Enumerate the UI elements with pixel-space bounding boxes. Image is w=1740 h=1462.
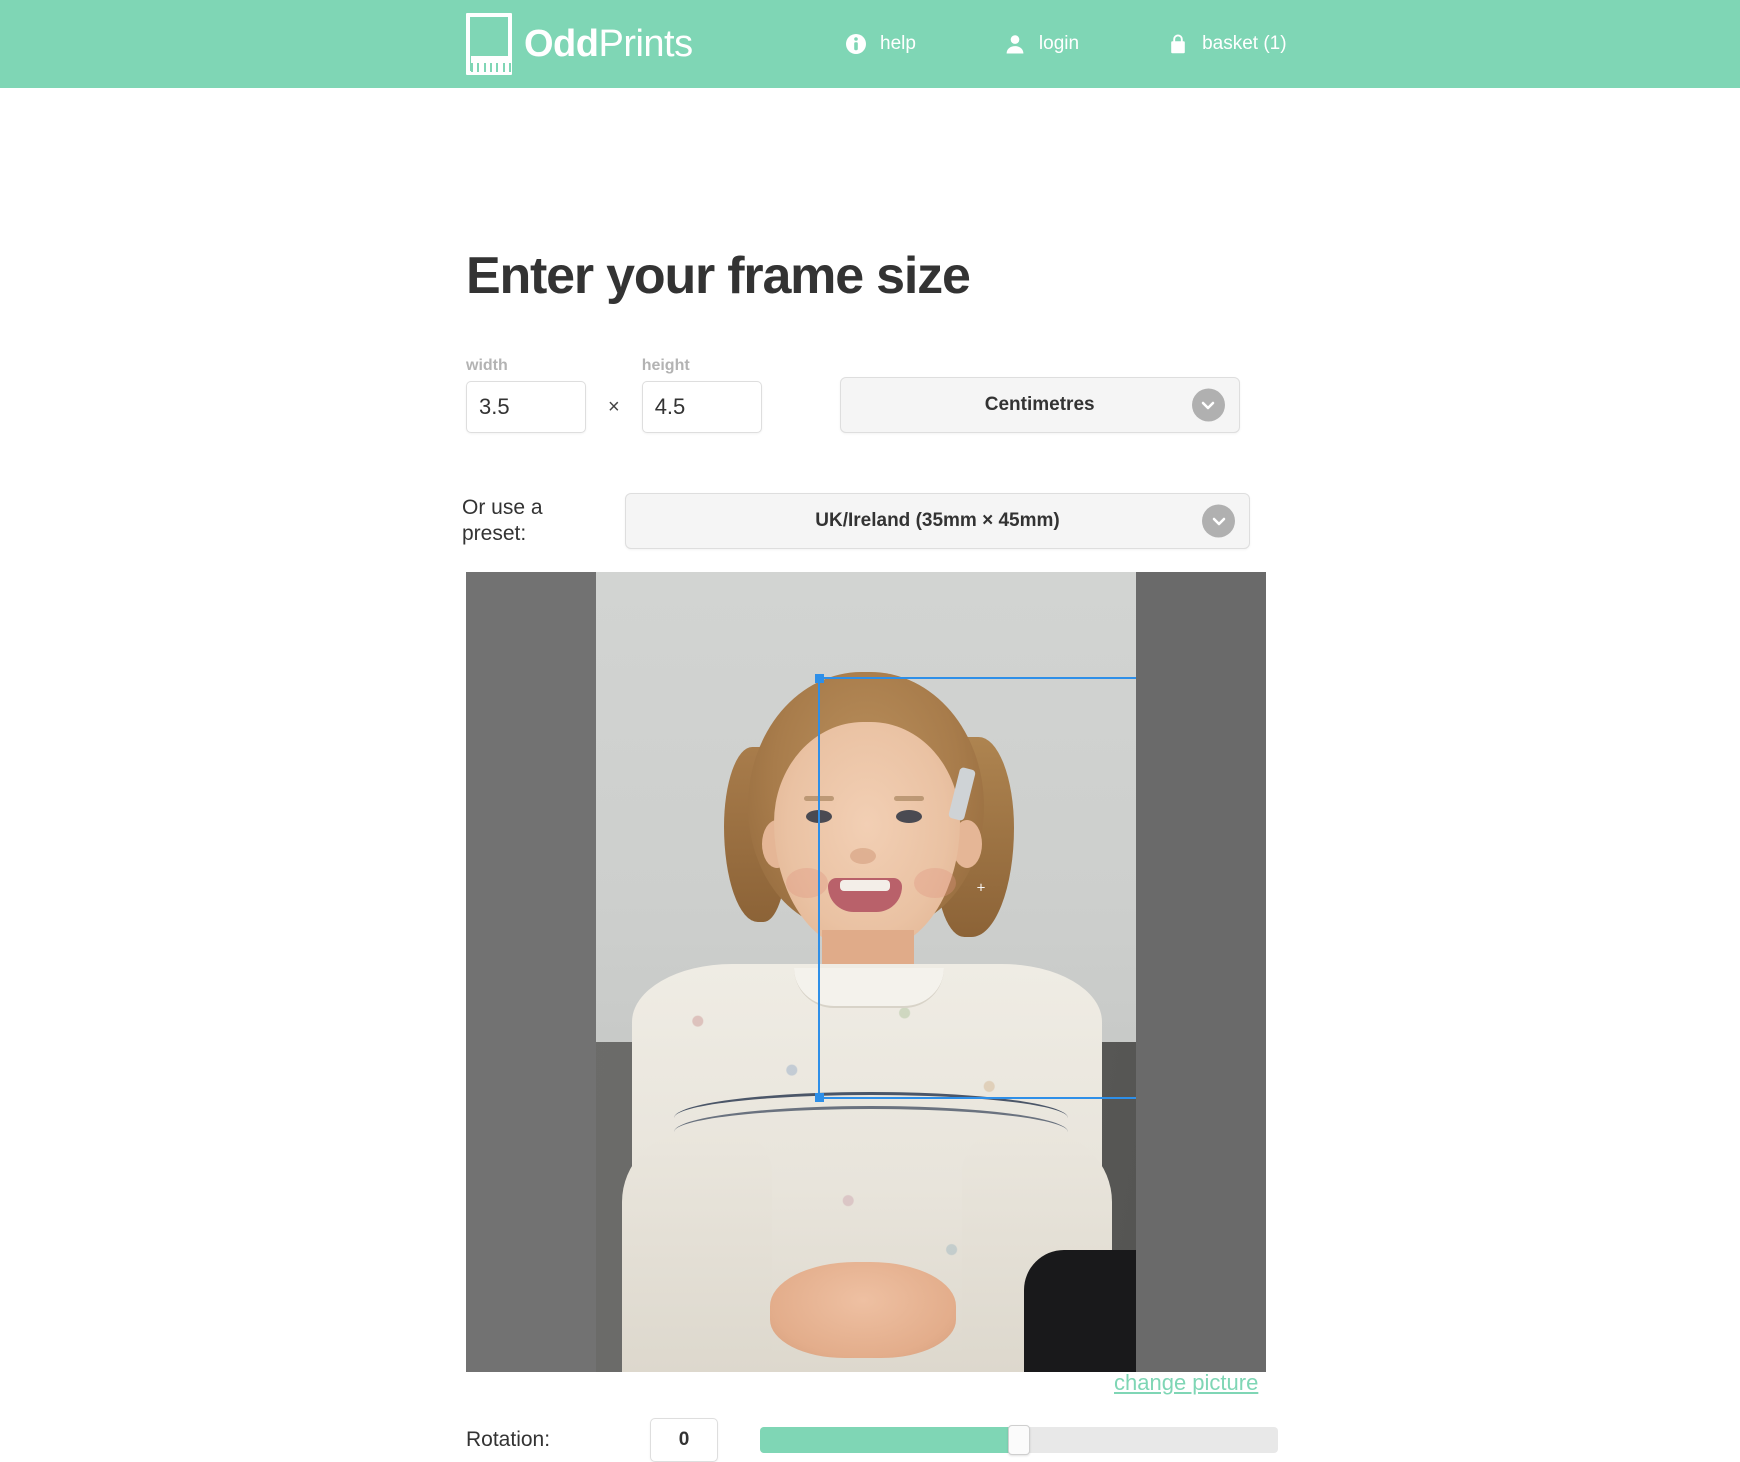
editor-left-band xyxy=(466,572,596,1372)
unit-select[interactable]: Centimetres xyxy=(839,377,1240,433)
preset-row: Or use a preset: UK/Ireland (35mm × 45mm… xyxy=(462,493,1250,549)
width-input[interactable] xyxy=(466,381,586,433)
basket-icon xyxy=(1167,33,1189,55)
frame-size-row: width × height Centimetres xyxy=(466,358,1240,433)
primary-nav: help login basket (1) xyxy=(845,0,1287,88)
unit-select-value: Centimetres xyxy=(984,394,1095,415)
nav-item-help[interactable]: help xyxy=(845,33,916,55)
width-label: width xyxy=(466,357,508,374)
rotation-label: Rotation: xyxy=(466,1428,551,1451)
rotation-slider[interactable] xyxy=(760,1425,1279,1455)
height-field-group: height xyxy=(641,357,762,433)
chevron-down-icon[interactable] xyxy=(1202,504,1235,538)
photo-crop-editor[interactable]: + xyxy=(466,572,1266,1372)
photo-arm-left xyxy=(622,1132,772,1372)
picture-frame-ruler-icon xyxy=(466,13,512,75)
brand-name: OddPrints xyxy=(524,25,693,63)
crop-move-cursor-icon: + xyxy=(976,879,986,897)
preset-label: Or use a preset: xyxy=(462,495,543,545)
dimension-separator: × xyxy=(608,396,620,418)
nav-item-help-label: help xyxy=(880,33,916,54)
nav-item-basket[interactable]: basket (1) xyxy=(1167,33,1287,55)
crop-handle-bottom-left[interactable] xyxy=(815,1093,824,1102)
height-input[interactable] xyxy=(641,381,762,433)
crop-handle-top-left[interactable] xyxy=(815,674,824,683)
preset-select[interactable]: UK/Ireland (35mm × 45mm) xyxy=(625,493,1250,549)
rotation-row: Rotation: xyxy=(466,1418,1279,1462)
rotation-slider-fill xyxy=(760,1427,1020,1453)
chevron-down-icon[interactable] xyxy=(1191,388,1225,422)
rotation-input[interactable] xyxy=(650,1418,719,1462)
photo-dark-corner xyxy=(1024,1250,1136,1372)
user-icon xyxy=(1004,33,1026,55)
editor-right-band xyxy=(1136,572,1266,1372)
nav-item-login[interactable]: login xyxy=(1004,33,1079,55)
photo-hands xyxy=(770,1262,956,1358)
change-picture-link[interactable]: change picture xyxy=(1114,1370,1258,1396)
info-icon xyxy=(845,33,867,55)
site-header: OddPrints help login basket (1) xyxy=(0,0,1740,88)
height-label: height xyxy=(641,357,690,374)
rotation-slider-thumb[interactable] xyxy=(1008,1425,1031,1455)
brand-logo-link[interactable]: OddPrints xyxy=(466,8,693,80)
brand-name-light: Prints xyxy=(598,23,693,65)
unit-select-group: Centimetres xyxy=(839,377,1240,433)
crop-selection-box[interactable]: + xyxy=(815,674,1136,1102)
page-title: Enter your frame size xyxy=(466,247,971,305)
preset-select-value: UK/Ireland (35mm × 45mm) xyxy=(815,510,1060,531)
uploaded-photo: + xyxy=(596,572,1136,1372)
width-field-group: width xyxy=(466,358,586,433)
nav-item-login-label: login xyxy=(1038,33,1080,54)
nav-item-basket-label: basket (1) xyxy=(1202,33,1287,54)
brand-name-bold: Odd xyxy=(524,23,599,65)
